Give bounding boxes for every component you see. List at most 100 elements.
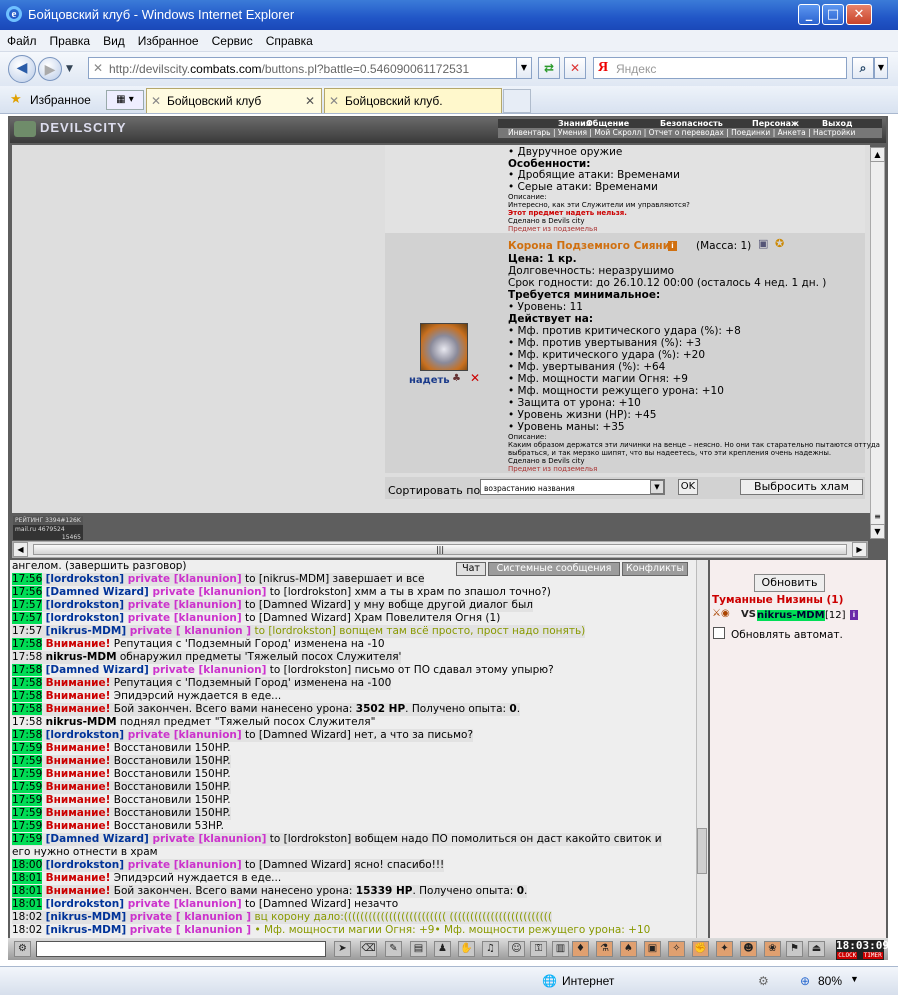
crown-item-image[interactable] <box>420 323 468 371</box>
friends-icon[interactable]: ☻ <box>740 941 757 957</box>
link-security[interactable]: Безопасность <box>660 119 723 128</box>
scroll-right-icon[interactable]: ▶ <box>852 542 867 557</box>
refresh-icon[interactable]: ⇄ <box>538 57 560 79</box>
scroll-left-icon[interactable]: ◀ <box>13 542 28 557</box>
discard-junk-button[interactable]: Выбросить хлам <box>740 479 863 495</box>
chat-private-tag: private [ klanunion ] <box>126 625 252 637</box>
forward-icon[interactable]: ▶ <box>38 57 62 81</box>
save-icon[interactable]: ▤ <box>410 941 427 957</box>
sub-links[interactable]: Инвентарь | Умения | Мой Скролл | Отчет … <box>498 128 882 138</box>
rating-counter[interactable]: РЕЙТИНГ 3394#126K mail.ru 4679524 15465 <box>13 516 83 541</box>
hand-icon[interactable]: ✋ <box>458 941 475 957</box>
zoom-dropdown-icon[interactable]: ▼ <box>850 974 859 984</box>
zoom-icon[interactable]: ⊕ <box>800 974 810 988</box>
player-info-icon[interactable]: i <box>850 610 858 620</box>
tab-system-messages[interactable]: Системные сообщения <box>488 562 620 576</box>
chat-scrollbar[interactable] <box>696 560 708 938</box>
menu-tools[interactable]: Сервис <box>205 30 259 48</box>
clear-icon[interactable]: ⌫ <box>360 941 377 957</box>
link-character[interactable]: Персонаж <box>752 119 799 128</box>
potion-icon[interactable]: ⚗ <box>596 941 613 957</box>
chat-username[interactable]: [lordrokston] <box>46 898 124 910</box>
run-icon[interactable]: ♟ <box>434 941 451 957</box>
search-go-icon[interactable]: ⌕ <box>852 57 874 79</box>
tab-close-icon[interactable]: ✕ <box>305 94 315 108</box>
chat-username[interactable]: [nikrus-MDM] <box>46 911 127 923</box>
close-button[interactable]: ✕ <box>846 4 872 25</box>
minimize-button[interactable]: _ <box>798 4 820 25</box>
chat-username[interactable]: [lordrokston] <box>46 599 124 611</box>
chat-username[interactable]: [nikrus-MDM] <box>46 625 127 637</box>
player-name[interactable]: nikrus-MDM <box>757 610 825 621</box>
search-box[interactable]: Я Яндекс <box>593 57 847 79</box>
fist-icon[interactable]: ✊ <box>692 941 709 957</box>
address-bar[interactable]: ✕ http://devilscity.combats.com/buttons.… <box>88 57 532 79</box>
chest-icon[interactable]: ▣ <box>644 941 661 957</box>
bag-icon[interactable]: ♦ <box>572 941 589 957</box>
scroll-down-icon[interactable]: ▼ <box>870 524 885 539</box>
tab-2[interactable]: ✕ Бойцовский клуб. <box>324 88 502 113</box>
send-icon[interactable]: ➤ <box>334 941 351 957</box>
ok-button[interactable]: OK <box>678 479 698 495</box>
chat-mode-icon[interactable]: ⚙ <box>14 941 31 957</box>
maximize-button[interactable]: □ <box>822 4 844 25</box>
sort-dropdown-icon[interactable]: ▼ <box>650 480 664 494</box>
menu-edit[interactable]: Правка <box>43 30 97 48</box>
menu-favorites[interactable]: Избранное <box>131 30 205 48</box>
chat-input[interactable] <box>36 941 326 957</box>
back-icon[interactable]: ◀ <box>8 55 36 83</box>
chat-username[interactable]: [nikrus-MDM] <box>46 924 127 936</box>
auto-refresh-checkbox[interactable] <box>713 627 725 639</box>
sort-select[interactable]: возрастанию названия <box>480 479 665 495</box>
chat-username[interactable]: [lordrokston] <box>46 573 124 585</box>
sack-icon[interactable]: ♠ <box>620 941 637 957</box>
chat-scroll-thumb[interactable] <box>697 828 707 874</box>
content-scrollbar[interactable] <box>870 147 885 539</box>
filter-icon[interactable]: ✎ <box>385 941 402 957</box>
horizontal-scrollbar[interactable]: ||| <box>12 541 868 558</box>
wear-icon[interactable]: ♣ <box>452 373 461 384</box>
menu-file[interactable]: Файл <box>0 30 43 48</box>
exit-icon[interactable]: ⏏ <box>808 941 825 957</box>
chat-username[interactable]: [lordrokston] <box>46 859 124 871</box>
chat-username[interactable]: [Damned Wizard] <box>46 586 149 598</box>
chat-username[interactable]: [lordrokston] <box>46 729 124 741</box>
tab-1[interactable]: ✕ Бойцовский клуб ✕ <box>146 88 322 113</box>
flag-icon[interactable]: ⚑ <box>786 941 803 957</box>
link-communication[interactable]: Общение <box>586 119 629 128</box>
stop-icon[interactable]: ✕ <box>564 57 586 79</box>
favorites-button[interactable]: Избранное <box>30 93 91 107</box>
history-dropdown-icon[interactable]: ▼ <box>66 64 73 74</box>
address-dropdown-icon[interactable]: ▼ <box>516 57 532 79</box>
smile-icon[interactable]: ☺ <box>508 941 525 957</box>
search-options-icon[interactable]: ▼ <box>874 57 888 79</box>
menu-view[interactable]: Вид <box>96 30 131 48</box>
tab-conflicts[interactable]: Конфликты <box>622 562 688 576</box>
chat-username[interactable]: [lordrokston] <box>46 612 124 624</box>
scroll-up-icon[interactable]: ▲ <box>870 147 885 162</box>
protected-mode-icon[interactable]: ⚙ <box>758 974 769 988</box>
refresh-button[interactable]: Обновить <box>754 574 825 592</box>
scroll-thumb[interactable]: ||| <box>33 544 847 555</box>
new-tab-button[interactable] <box>503 89 531 113</box>
wear-link[interactable]: надеть <box>409 375 450 386</box>
menu-help[interactable]: Справка <box>259 30 319 48</box>
item2-name[interactable]: Корона Подземного Сияния <box>508 240 677 252</box>
scroll-grip-icon[interactable]: ≡ <box>871 512 884 522</box>
info-icon[interactable]: i <box>668 241 677 251</box>
quick-tabs-icon[interactable]: ▦ ▾ <box>106 90 144 110</box>
lock-icon[interactable]: ⚿ <box>530 941 547 957</box>
sound-icon[interactable]: ♫ <box>482 941 499 957</box>
book-icon[interactable]: ▥ <box>552 941 569 957</box>
quest-icon[interactable]: ✦ <box>716 941 733 957</box>
map-icon[interactable]: ✧ <box>668 941 685 957</box>
chat-username[interactable]: [Damned Wizard] <box>46 664 149 676</box>
favorites-star-icon[interactable]: ★ <box>10 92 22 107</box>
zoom-level[interactable]: 80% <box>818 974 842 988</box>
chat-username[interactable]: [Damned Wizard] <box>46 833 149 845</box>
discard-icon[interactable]: ✕ <box>470 371 480 385</box>
tab-chat[interactable]: Чат <box>456 562 486 576</box>
link-exit[interactable]: Выход <box>822 119 852 128</box>
gift-box-icon[interactable]: ❀ <box>764 941 781 957</box>
chat-line: 18:01 [lordrokston] private [klanunion] … <box>12 898 398 911</box>
